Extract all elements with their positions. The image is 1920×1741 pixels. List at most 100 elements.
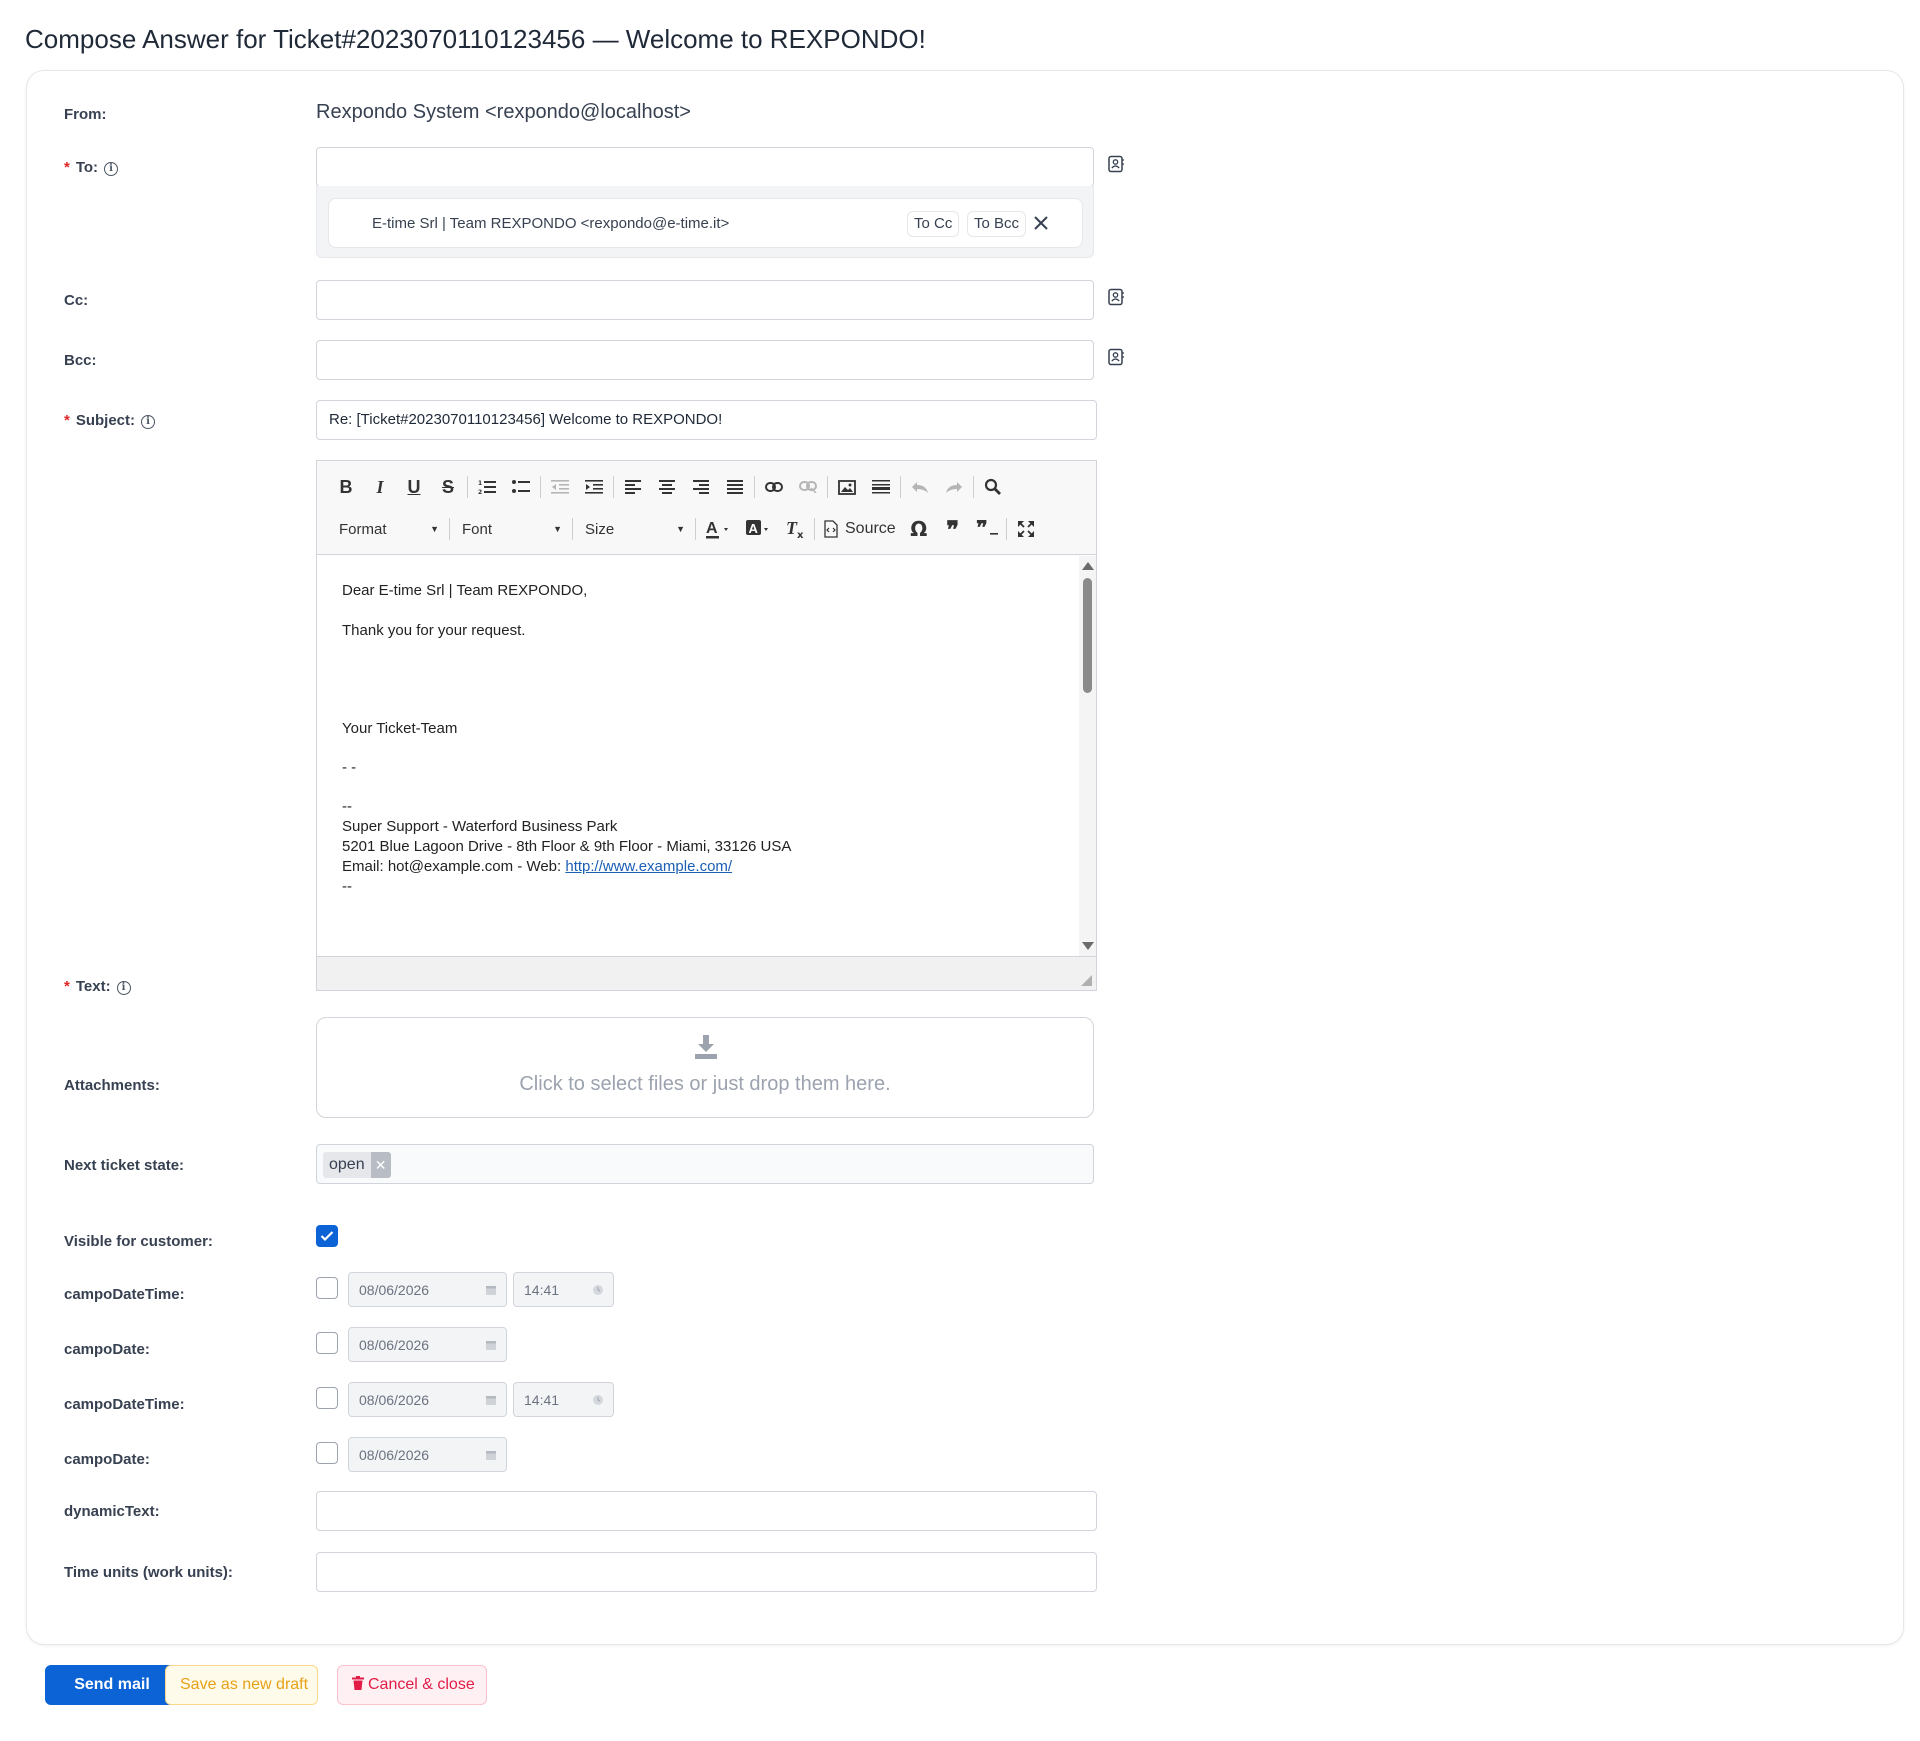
from-value: Rexpondo System <rexpondo@localhost> bbox=[316, 101, 691, 123]
custom-field-checkbox[interactable] bbox=[316, 1442, 338, 1464]
source-button[interactable]: Source bbox=[817, 520, 902, 538]
required-asterisk: * bbox=[64, 159, 70, 176]
date-input[interactable]: 08/06/2026 bbox=[348, 1272, 507, 1307]
date-input[interactable]: 08/06/2026 bbox=[348, 1382, 507, 1417]
next-state-select[interactable]: open ✕ bbox=[316, 1144, 1094, 1184]
custom-field-label: campoDateTime: bbox=[64, 1286, 185, 1303]
to-input[interactable] bbox=[316, 147, 1094, 187]
dropzone-placeholder: Click to select files or just drop them … bbox=[519, 1073, 891, 1095]
strikethrough-icon[interactable]: S bbox=[431, 473, 465, 501]
special-character-icon[interactable]: Ω bbox=[902, 515, 936, 543]
calendar-icon[interactable] bbox=[484, 1338, 498, 1352]
info-icon[interactable]: i bbox=[104, 162, 119, 176]
state-tag-label: open bbox=[329, 1156, 365, 1173]
date-input[interactable]: 08/06/2026 bbox=[348, 1437, 507, 1472]
custom-field-checkbox[interactable] bbox=[316, 1277, 338, 1299]
link-icon[interactable] bbox=[757, 473, 791, 501]
svg-text:❞: ❞ bbox=[976, 520, 988, 538]
cc-label: Cc: bbox=[64, 292, 89, 309]
svg-text:x: x bbox=[797, 530, 804, 539]
recipient-chip: E-time Srl | Team REXPONDO <rexpondo@e-t… bbox=[328, 198, 1083, 248]
date-input[interactable]: 08/06/2026 bbox=[348, 1327, 507, 1362]
from-label: From: bbox=[64, 106, 107, 123]
resize-handle-icon[interactable] bbox=[1081, 975, 1092, 986]
scroll-thumb[interactable] bbox=[1083, 578, 1092, 693]
body-sig-email: Email: hot@example.com - Web: bbox=[342, 858, 566, 875]
cancel-close-button[interactable]: Cancel & close bbox=[337, 1665, 487, 1705]
horizontal-rule-icon[interactable] bbox=[864, 473, 898, 501]
custom-field-label: campoDate: bbox=[64, 1341, 150, 1358]
template-icon[interactable]: ❞ bbox=[970, 515, 1004, 543]
remove-tag-icon[interactable]: ✕ bbox=[370, 1152, 391, 1178]
time-value: 14:41 bbox=[524, 1282, 560, 1298]
date-value: 08/06/2026 bbox=[359, 1337, 430, 1353]
background-color-icon[interactable]: A bbox=[738, 515, 778, 543]
align-left-icon[interactable] bbox=[616, 473, 650, 501]
body-sig-link[interactable]: http://www.example.com/ bbox=[565, 858, 732, 875]
visible-customer-checkbox[interactable] bbox=[316, 1225, 338, 1247]
info-icon[interactable]: i bbox=[116, 981, 131, 995]
remove-format-icon[interactable]: Tx bbox=[778, 515, 812, 543]
scroll-down-icon[interactable] bbox=[1082, 942, 1094, 950]
calendar-icon[interactable] bbox=[484, 1448, 498, 1462]
address-book-icon[interactable] bbox=[1107, 155, 1125, 173]
underline-icon[interactable]: U bbox=[397, 473, 431, 501]
editor-content[interactable]: Dear E-time Srl | Team REXPONDO, Thank y… bbox=[317, 556, 1079, 956]
editor-statusbar bbox=[317, 956, 1096, 990]
custom-field-checkbox[interactable] bbox=[316, 1332, 338, 1354]
format-dropdown[interactable]: Format ▼ bbox=[329, 515, 447, 543]
body-signoff: Your Ticket-Team bbox=[342, 720, 458, 737]
font-dropdown[interactable]: Font ▼ bbox=[452, 515, 570, 543]
clock-icon[interactable] bbox=[591, 1393, 605, 1407]
unlink-icon[interactable] bbox=[791, 473, 825, 501]
undo-icon[interactable] bbox=[903, 473, 937, 501]
editor-scrollbar[interactable] bbox=[1079, 556, 1096, 956]
indent-icon[interactable] bbox=[577, 473, 611, 501]
cc-input[interactable] bbox=[316, 280, 1094, 320]
outdent-icon[interactable] bbox=[543, 473, 577, 501]
send-mail-button[interactable]: Send mail bbox=[45, 1665, 179, 1705]
dynamic-text-input[interactable] bbox=[316, 1491, 1097, 1531]
subject-label-row: * Subject: i bbox=[64, 412, 156, 429]
date-value: 08/06/2026 bbox=[359, 1392, 430, 1408]
time-units-input[interactable] bbox=[316, 1552, 1097, 1592]
attachment-dropzone[interactable]: Click to select files or just drop them … bbox=[316, 1017, 1094, 1118]
search-icon[interactable] bbox=[976, 473, 1010, 501]
calendar-icon[interactable] bbox=[484, 1393, 498, 1407]
redo-icon[interactable] bbox=[937, 473, 971, 501]
size-dropdown[interactable]: Size ▼ bbox=[575, 515, 693, 543]
custom-field-checkbox[interactable] bbox=[316, 1387, 338, 1409]
align-center-icon[interactable] bbox=[650, 473, 684, 501]
bcc-input[interactable] bbox=[316, 340, 1094, 380]
address-book-icon[interactable] bbox=[1107, 348, 1125, 366]
numbered-list-icon[interactable]: 12 bbox=[470, 473, 504, 501]
subject-input[interactable]: Re: [Ticket#2023070110123456] Welcome to… bbox=[316, 400, 1097, 440]
toolbar-separator bbox=[540, 476, 541, 498]
download-icon bbox=[695, 1035, 717, 1059]
body-sig-line1: Super Support - Waterford Business Park bbox=[342, 818, 618, 835]
text-color-icon[interactable]: A bbox=[698, 515, 738, 543]
address-book-icon[interactable] bbox=[1107, 288, 1125, 306]
italic-icon[interactable]: I bbox=[363, 473, 397, 501]
source-label: Source bbox=[845, 520, 896, 537]
scroll-up-icon[interactable] bbox=[1082, 562, 1094, 570]
time-input[interactable]: 14:41 bbox=[513, 1272, 614, 1307]
toolbar-row-2: Format ▼ Font ▼ Size ▼ A A Tx Source Ω ❞ bbox=[329, 513, 1043, 545]
info-icon[interactable]: i bbox=[141, 415, 156, 429]
caret-down-icon: ▼ bbox=[430, 524, 439, 534]
to-bcc-button[interactable]: To Bcc bbox=[967, 211, 1027, 237]
save-draft-button[interactable]: Save as new draft bbox=[165, 1665, 318, 1705]
to-cc-button[interactable]: To Cc bbox=[907, 211, 960, 237]
body-dashes: - - bbox=[342, 759, 357, 776]
bold-icon[interactable]: B bbox=[329, 473, 363, 501]
time-input[interactable]: 14:41 bbox=[513, 1382, 614, 1417]
remove-recipient-icon[interactable] bbox=[1031, 213, 1051, 233]
bullet-list-icon[interactable] bbox=[504, 473, 538, 501]
blockquote-icon[interactable]: ❞ bbox=[936, 515, 970, 544]
align-right-icon[interactable] bbox=[684, 473, 718, 501]
calendar-icon[interactable] bbox=[484, 1283, 498, 1297]
clock-icon[interactable] bbox=[591, 1283, 605, 1297]
image-icon[interactable] bbox=[830, 473, 864, 501]
align-justify-icon[interactable] bbox=[718, 473, 752, 501]
maximize-icon[interactable] bbox=[1009, 515, 1043, 543]
